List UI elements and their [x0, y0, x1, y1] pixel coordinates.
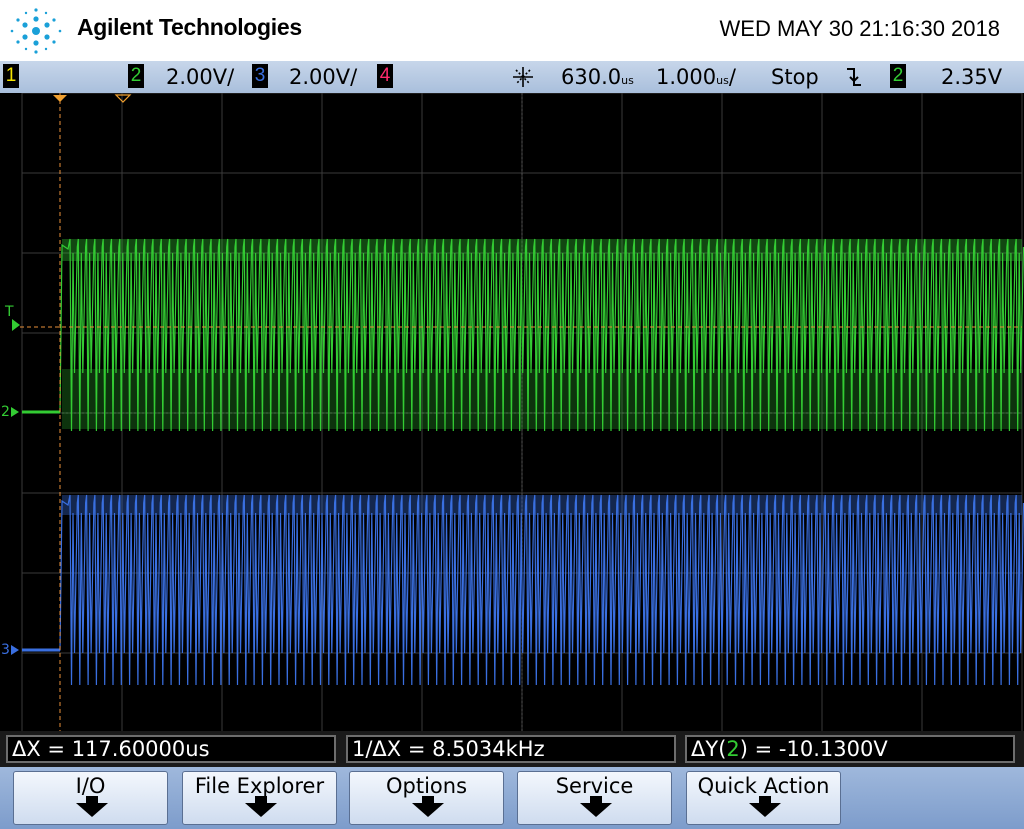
timebase-scale[interactable]: 1.000us/ — [656, 64, 736, 94]
softkey-label: Options — [385, 774, 468, 798]
softkey-file-explorer[interactable]: File Explorer — [182, 771, 337, 825]
brand-name: Agilent Technologies — [77, 14, 302, 40]
channel-1-badge[interactable]: 1 — [3, 64, 19, 88]
softkey-service[interactable]: Service — [517, 771, 672, 825]
trigger-level[interactable]: 2.35V — [941, 64, 1002, 90]
softkey-label: File Explorer — [194, 774, 325, 798]
softkey-bar: I/O File Explorer Options Service Quick … — [0, 767, 1024, 829]
channel-2-ground-marker: 2 — [1, 404, 10, 420]
channel-3-scale: 2.00V/ — [289, 65, 358, 89]
cursor-readout-bar: ΔX = 117.60000us 1/ΔX = 8.5034kHz ΔY(2) … — [0, 731, 1024, 767]
softkey-quick-action[interactable]: Quick Action — [686, 771, 841, 825]
header-bar: Agilent Technologies WED MAY 30 21:16:30… — [0, 0, 1024, 61]
cursor-delta-y-channel: 2 — [726, 737, 740, 761]
falling-edge-icon — [847, 68, 861, 86]
timebase-unit: us — [716, 74, 729, 87]
delay-unit: us — [621, 74, 634, 87]
waveform-graticule — [11, 92, 1024, 734]
softkey-label: Quick Action — [697, 774, 830, 798]
channel-3-ground-marker: 3 — [1, 642, 10, 658]
softkey-label: I/O — [75, 774, 106, 798]
cursor-inverse-delta-x: 1/ΔX = 8.5034kHz — [346, 735, 676, 763]
softkey-label: Service — [555, 774, 634, 798]
channel-2-badge[interactable]: 2 — [128, 64, 144, 88]
agilent-logo-icon — [10, 8, 62, 54]
cursor-delta-y: ΔY(2) = -10.1300V — [685, 735, 1015, 763]
date-time: WED MAY 30 21:16:30 2018 — [719, 16, 1000, 41]
run-state[interactable]: Stop — [771, 64, 819, 90]
status-bar: 1 2 2.00V/ 3 2.00V/ 4 630.0us 1.000us/ S… — [0, 61, 1024, 93]
softkey-options[interactable]: Options — [349, 771, 504, 825]
channel-4-badge[interactable]: 4 — [377, 64, 393, 88]
channel-2-scale: 2.00V/ — [166, 65, 235, 89]
trigger-delay[interactable]: 630.0us — [561, 64, 634, 94]
cursor-delta-x: ΔX = 117.60000us — [6, 735, 336, 763]
trigger-source-badge[interactable]: 2 — [890, 64, 906, 88]
acquisition-star-icon — [513, 67, 533, 87]
channel-3-badge[interactable]: 3 — [252, 64, 268, 88]
softkey-io[interactable]: I/O — [13, 771, 168, 825]
waveform-display[interactable]: T 2 3 — [0, 92, 1024, 734]
trigger-level-marker: T — [5, 304, 14, 320]
